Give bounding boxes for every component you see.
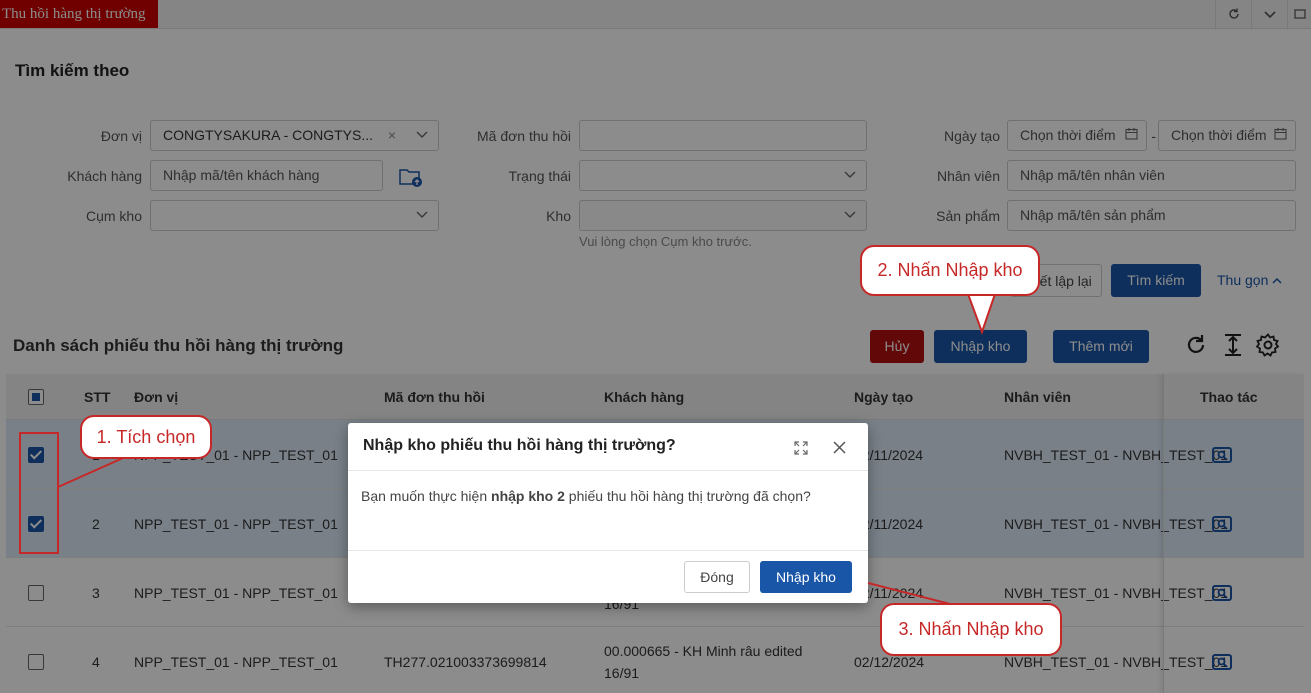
- annotation-arrows: [57, 293, 996, 605]
- callout-step-1: 1. Tích chọn: [80, 415, 212, 459]
- callout-step-3: 3. Nhấn Nhập kho: [880, 603, 1062, 656]
- callout-step-2: 2. Nhấn Nhập kho: [860, 245, 1040, 296]
